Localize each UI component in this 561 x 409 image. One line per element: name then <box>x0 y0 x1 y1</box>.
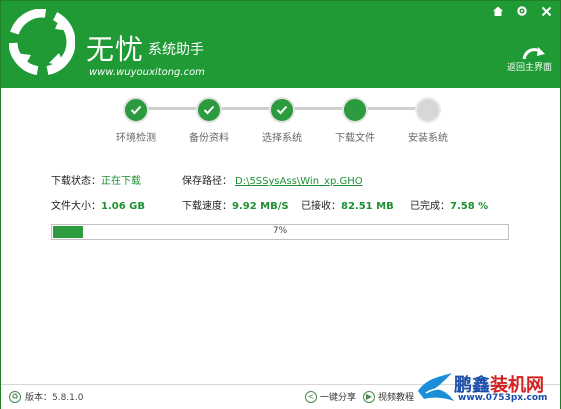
bird-logo-icon <box>418 373 454 401</box>
current-step-dot-icon <box>342 97 368 123</box>
pending-step-dot-icon <box>415 97 441 123</box>
completed-row: 已完成：7.58 % <box>410 197 488 212</box>
step-label: 环境检测 <box>116 133 156 144</box>
watermark: 鹏鑫装机网 www.0753px.com <box>416 371 556 405</box>
save-path-label: 保存路径： <box>182 176 232 187</box>
file-size-label: 文件大小： <box>51 201 101 212</box>
step-download-file: 下载文件 <box>320 97 390 144</box>
check-icon <box>196 97 222 123</box>
progress-percent-text: 7% <box>272 226 288 236</box>
step-label: 选择系统 <box>262 133 302 144</box>
download-status-value: 正在下载 <box>101 176 141 187</box>
app-window: 无忧 系统助手 www.wuyouxitong.com 返回主界面 环境检测 备… <box>0 0 561 409</box>
home-icon[interactable] <box>490 3 506 19</box>
check-icon <box>123 97 149 123</box>
download-status-row: 下载状态：正在下载 <box>51 172 141 187</box>
brand-url: www.wuyouxitong.com <box>89 67 205 78</box>
completed-label: 已完成： <box>410 201 450 212</box>
progress-steps: 环境检测 备份资料 选择系统 下载文件 安装系统 <box>109 97 459 144</box>
download-speed-value: 9.92 MB/S <box>232 201 289 212</box>
download-status-label: 下载状态： <box>51 176 101 187</box>
window-controls <box>490 3 554 19</box>
file-size-value: 1.06 GB <box>101 201 145 212</box>
download-speed-row: 下载速度：9.92 MB/S <box>182 197 289 212</box>
check-icon <box>269 97 295 123</box>
received-row: 已接收：82.51 MB <box>301 197 394 212</box>
version-icon: ♻ <box>9 390 21 403</box>
step-label: 安装系统 <box>408 133 448 144</box>
version-info: ♻ 版本：5.8.1.0 <box>9 390 84 403</box>
refresh-logo-icon <box>9 9 75 75</box>
step-label: 下载文件 <box>335 133 375 144</box>
step-install-system: 安装系统 <box>393 97 463 144</box>
watermark-url: www.0753px.com <box>458 393 548 403</box>
step-backup-data: 备份资料 <box>174 97 244 144</box>
share-label: 一键分享 <box>320 393 357 403</box>
save-path-row: 保存路径： D:\5SSysAss\Win_xp.GHO <box>182 172 363 187</box>
share-icon: < <box>305 390 317 403</box>
save-path-link[interactable]: D:\5SSysAss\Win_xp.GHO <box>235 176 363 187</box>
version-text: 版本：5.8.1.0 <box>25 393 84 403</box>
brand-subtitle: 系统助手 <box>148 42 204 58</box>
back-to-main-button[interactable]: 返回主界面 <box>492 45 552 73</box>
step-select-system: 选择系统 <box>247 97 317 144</box>
step-environment-check: 环境检测 <box>101 97 171 144</box>
play-icon: ▶ <box>363 390 375 403</box>
file-size-row: 文件大小：1.06 GB <box>51 197 145 212</box>
video-tutorial-button[interactable]: ▶ 视频教程 <box>363 390 414 403</box>
back-to-main-label: 返回主界面 <box>506 63 552 73</box>
close-icon[interactable] <box>538 3 554 19</box>
gear-icon[interactable] <box>514 3 530 19</box>
step-label: 备份资料 <box>189 133 229 144</box>
received-label: 已接收： <box>301 201 341 212</box>
download-progress-bar: 7% <box>51 224 509 240</box>
received-value: 82.51 MB <box>341 201 394 212</box>
video-tutorial-label: 视频教程 <box>378 393 415 403</box>
share-button[interactable]: < 一键分享 <box>305 390 356 403</box>
download-speed-label: 下载速度： <box>182 201 232 212</box>
brand-title: 无忧 <box>86 33 145 66</box>
header-banner: 无忧 系统助手 www.wuyouxitong.com 返回主界面 <box>1 1 560 88</box>
completed-value: 7.58 % <box>450 201 489 212</box>
